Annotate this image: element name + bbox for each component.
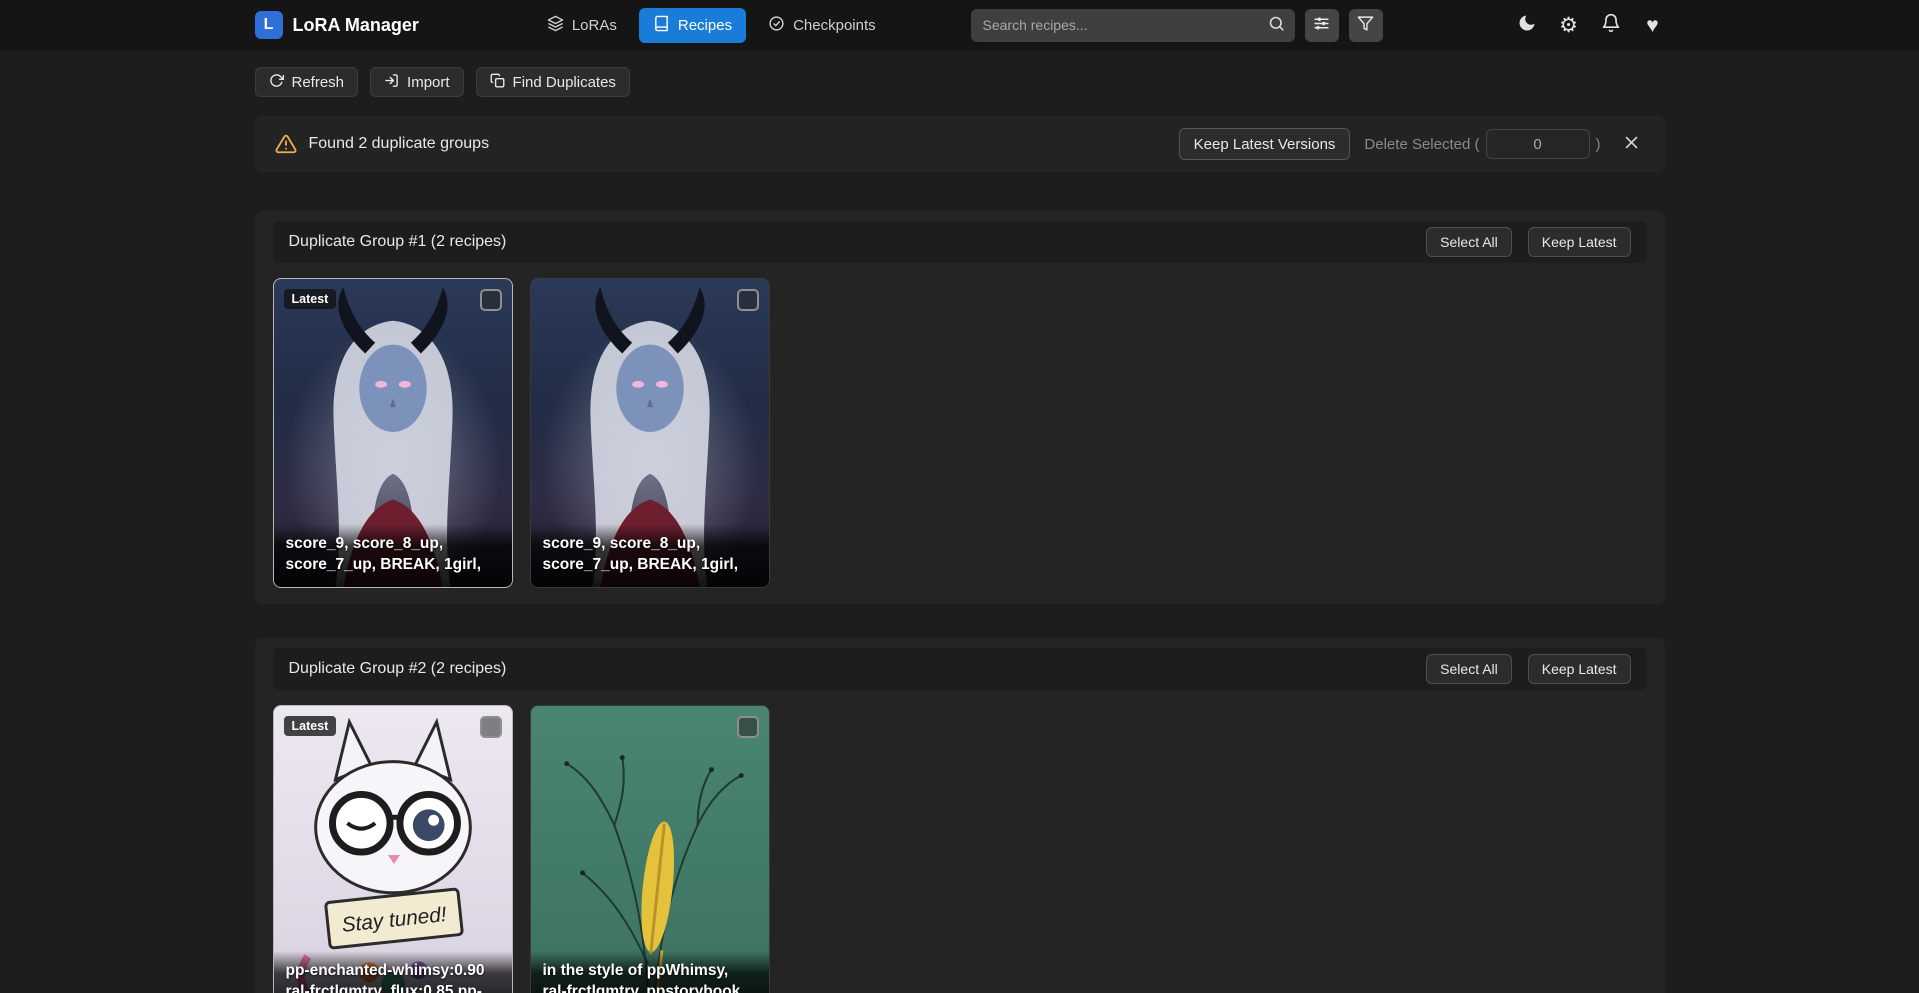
book-icon	[653, 15, 670, 36]
latest-badge: Latest	[284, 716, 337, 736]
search-box	[971, 9, 1295, 42]
delete-selected-label-prefix: Delete Selected (	[1364, 136, 1479, 153]
group-2-cards: Stay tuned! Latest pp-enchanted-whimsy:0…	[273, 705, 1647, 993]
recipe-artwork: Stay tuned!	[274, 706, 512, 993]
recipe-checkbox[interactable]	[480, 716, 502, 738]
refresh-icon	[269, 73, 284, 92]
settings-button[interactable]: ⚙	[1557, 13, 1581, 37]
recipe-caption: score_9, score_8_up, score_7_up, BREAK, …	[274, 524, 512, 587]
recipe-card[interactable]: in the style of ppWhimsy, ral-frctlgmtry…	[530, 705, 770, 993]
delete-selected-label-suffix: )	[1596, 136, 1601, 153]
find-duplicates-button[interactable]: Find Duplicates	[476, 67, 630, 97]
navbar: L LoRA Manager LoRAs Recipes C	[0, 0, 1919, 50]
recipe-caption: score_9, score_8_up, score_7_up, BREAK, …	[531, 524, 769, 587]
main-content: Refresh Import Find Duplicates Found 2 d…	[255, 67, 1665, 993]
navbar-right-icons: ⚙ ♥	[1515, 13, 1665, 37]
banner-close-button[interactable]	[1619, 131, 1645, 157]
import-button[interactable]: Import	[370, 67, 464, 97]
support-button[interactable]: ♥	[1641, 13, 1665, 37]
moon-icon	[1517, 13, 1537, 37]
recipe-caption: pp-enchanted-whimsy:0.90 ral-frctlgmtry_…	[274, 951, 512, 993]
search-group	[971, 9, 1383, 42]
recipe-card[interactable]: Stay tuned! Latest pp-enchanted-whimsy:0…	[273, 705, 513, 993]
group-2-title: Duplicate Group #2 (2 recipes)	[289, 660, 507, 678]
gear-icon: ⚙	[1559, 15, 1578, 36]
close-icon	[1623, 134, 1640, 154]
group-2-keep-latest-button[interactable]: Keep Latest	[1528, 654, 1631, 684]
app-logo: L	[255, 11, 283, 39]
funnel-icon	[1357, 15, 1374, 35]
recipe-caption: in the style of ppWhimsy, ral-frctlgmtry…	[531, 951, 769, 993]
search-icon	[1268, 15, 1285, 35]
selected-count-input[interactable]	[1486, 129, 1590, 159]
import-icon	[384, 73, 399, 92]
group-2-select-all-button[interactable]: Select All	[1426, 654, 1512, 684]
tab-loras[interactable]: LoRAs	[533, 8, 631, 43]
group-2-actions: Select All Keep Latest	[1426, 654, 1630, 684]
check-circle-icon	[768, 15, 785, 36]
app-logo-letter: L	[264, 16, 274, 34]
group-1-cards: Latest score_9, score_8_up, score_7_up, …	[273, 278, 1647, 588]
group-1-actions: Select All Keep Latest	[1426, 227, 1630, 257]
refresh-button-label: Refresh	[292, 74, 345, 91]
tab-recipes-label: Recipes	[678, 17, 732, 34]
notifications-button[interactable]	[1599, 13, 1623, 37]
search-button[interactable]	[1261, 11, 1293, 40]
brand: L LoRA Manager	[255, 11, 419, 39]
latest-badge: Latest	[284, 289, 337, 309]
recipe-card[interactable]: score_9, score_8_up, score_7_up, BREAK, …	[530, 278, 770, 588]
recipe-checkbox[interactable]	[480, 289, 502, 311]
tab-recipes[interactable]: Recipes	[639, 8, 746, 43]
bell-icon	[1601, 13, 1621, 37]
recipe-checkbox[interactable]	[737, 289, 759, 311]
delete-selected-control: Delete Selected ( )	[1364, 129, 1600, 159]
heart-icon: ♥	[1646, 15, 1658, 36]
group-2-header: Duplicate Group #2 (2 recipes) Select Al…	[273, 648, 1647, 690]
tab-loras-label: LoRAs	[572, 17, 617, 34]
tab-checkpoints-label: Checkpoints	[793, 17, 876, 34]
banner-message-wrap: Found 2 duplicate groups	[275, 133, 490, 155]
banner-actions: Keep Latest Versions Delete Selected ( )	[1179, 128, 1645, 160]
recipe-artwork	[531, 706, 769, 993]
filter-button[interactable]	[1349, 9, 1383, 42]
duplicate-group-1: Duplicate Group #1 (2 recipes) Select Al…	[255, 211, 1665, 604]
group-1-keep-latest-button[interactable]: Keep Latest	[1528, 227, 1631, 257]
sliders-icon	[1313, 15, 1330, 35]
group-1-title: Duplicate Group #1 (2 recipes)	[289, 233, 507, 251]
app-title: LoRA Manager	[293, 15, 419, 36]
group-1-select-all-button[interactable]: Select All	[1426, 227, 1512, 257]
recipe-checkbox[interactable]	[737, 716, 759, 738]
search-input[interactable]	[971, 9, 1295, 42]
theme-toggle-button[interactable]	[1515, 13, 1539, 37]
group-1-header: Duplicate Group #1 (2 recipes) Select Al…	[273, 221, 1647, 263]
main-nav: LoRAs Recipes Checkpoints	[533, 8, 890, 43]
tab-checkpoints[interactable]: Checkpoints	[754, 8, 890, 43]
toolbar: Refresh Import Find Duplicates	[255, 67, 1665, 97]
layers-icon	[547, 15, 564, 36]
warning-icon	[275, 133, 297, 155]
keep-latest-versions-button[interactable]: Keep Latest Versions	[1179, 128, 1351, 160]
recipe-card[interactable]: Latest score_9, score_8_up, score_7_up, …	[273, 278, 513, 588]
sort-options-button[interactable]	[1305, 9, 1339, 42]
banner-message: Found 2 duplicate groups	[309, 135, 490, 153]
duplicate-group-2: Duplicate Group #2 (2 recipes) Select Al…	[255, 638, 1665, 993]
duplicates-banner: Found 2 duplicate groups Keep Latest Ver…	[255, 116, 1665, 172]
find-duplicates-button-label: Find Duplicates	[513, 74, 616, 91]
refresh-button[interactable]: Refresh	[255, 67, 359, 97]
copy-icon	[490, 73, 505, 92]
import-button-label: Import	[407, 74, 450, 91]
